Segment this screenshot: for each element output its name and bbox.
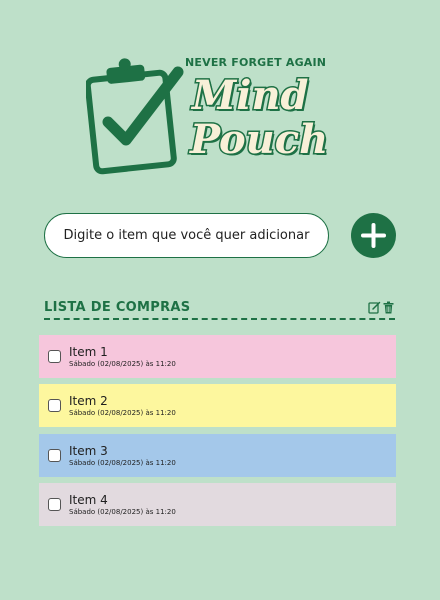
item-name: Item 3: [69, 444, 108, 458]
item-name: Item 2: [69, 394, 108, 408]
item-input[interactable]: [44, 213, 329, 258]
item-date: Sábado (02/08/2025) às 11:20: [69, 360, 176, 368]
item-name: Item 4: [69, 493, 108, 507]
logo: NEVER FORGET AGAIN Mind Pouch: [86, 54, 356, 179]
list-header: LISTA DE COMPRAS: [44, 300, 395, 320]
clipboard-check-icon: [86, 58, 184, 175]
trash-icon[interactable]: [382, 301, 395, 314]
item-checkbox[interactable]: [48, 399, 61, 412]
list-title: LISTA DE COMPRAS: [44, 300, 191, 315]
item-checkbox[interactable]: [48, 449, 61, 462]
item-checkbox[interactable]: [48, 350, 61, 363]
list-item[interactable]: Item 2 Sábado (02/08/2025) às 11:20: [39, 384, 396, 427]
item-name: Item 1: [69, 345, 108, 359]
item-date: Sábado (02/08/2025) às 11:20: [69, 409, 176, 417]
list-item[interactable]: Item 4 Sábado (02/08/2025) às 11:20: [39, 483, 396, 526]
brand-title-line2: Pouch: [188, 115, 329, 165]
item-date: Sábado (02/08/2025) às 11:20: [69, 508, 176, 516]
plus-icon: [361, 223, 386, 248]
add-item-button[interactable]: [351, 213, 396, 258]
item-checkbox[interactable]: [48, 498, 61, 511]
item-date: Sábado (02/08/2025) às 11:20: [69, 459, 176, 467]
tagline: NEVER FORGET AGAIN: [185, 56, 327, 69]
edit-icon[interactable]: [368, 301, 381, 314]
brand-title-line1: Mind: [191, 71, 311, 121]
list-item[interactable]: Item 1 Sábado (02/08/2025) às 11:20: [39, 335, 396, 378]
list-item[interactable]: Item 3 Sábado (02/08/2025) às 11:20: [39, 434, 396, 477]
